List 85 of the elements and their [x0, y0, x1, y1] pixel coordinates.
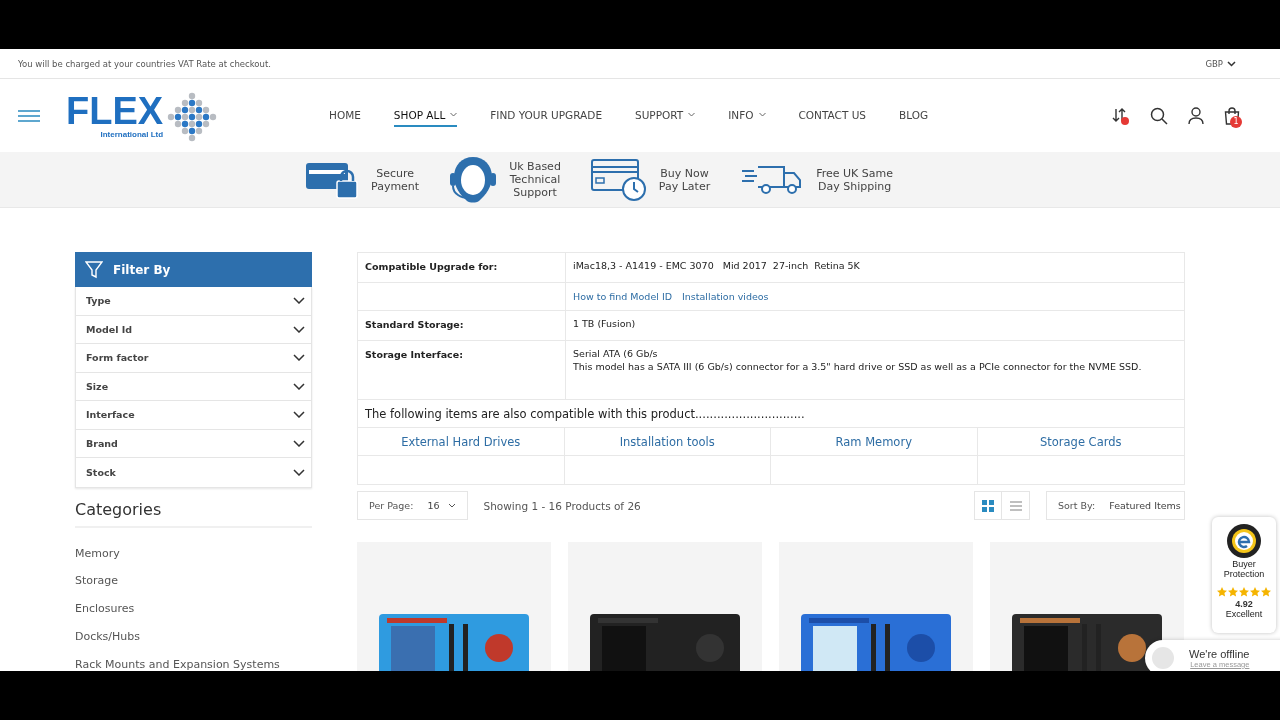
- cart-count-badge: 1: [1230, 115, 1242, 128]
- spec-label: Standard Storage:: [365, 319, 464, 330]
- benefit-text: Pay Later: [658, 179, 711, 193]
- spec-value: iMac18,3 - A1419 - EMC 3070 Mid 2017 27-inch Retina 5K: [573, 259, 861, 273]
- badge-title: Protection: [1223, 569, 1265, 579]
- category-link[interactable]: Storage: [75, 567, 312, 596]
- spec-label: Storage Interface:: [365, 349, 463, 360]
- filter-option[interactable]: Size: [76, 372, 311, 401]
- menu-icon[interactable]: [18, 109, 40, 122]
- category-link[interactable]: Memory: [75, 539, 312, 568]
- currency-selector[interactable]: GBP: [1205, 58, 1236, 69]
- chevron-icon: [293, 468, 305, 476]
- card-lock-icon: [305, 160, 359, 199]
- filter-option[interactable]: Brand: [76, 429, 311, 458]
- nav-link[interactable]: INFO: [728, 104, 766, 127]
- chat-avatar-icon: [1151, 646, 1175, 670]
- category-link[interactable]: Enclosures: [75, 595, 312, 623]
- category-link[interactable]: Installation tools: [564, 428, 771, 456]
- search-icon[interactable]: [1150, 106, 1168, 125]
- chevron-icon: [293, 297, 305, 305]
- card-clock-icon: [590, 157, 647, 202]
- help-link[interactable]: Installation videos: [682, 291, 769, 302]
- chevron-icon: [293, 325, 305, 333]
- caret-icon: [1227, 60, 1236, 67]
- filter-option[interactable]: Stock: [76, 458, 311, 487]
- benefit-text: Secure: [376, 166, 414, 180]
- chevron-icon: [293, 439, 305, 447]
- spec-value: This model has a SATA III (6 Gb/s) connector for a 3.5" hard drive or SSD as well as a PCIe connector for the NVME SSD.: [573, 360, 1143, 374]
- nav-link[interactable]: SUPPORT: [635, 104, 696, 127]
- chevron-icon: [293, 411, 305, 419]
- result-count: Showing 1 - 16 Products of 26: [483, 499, 641, 512]
- chevron-icon: [293, 382, 305, 390]
- category-link[interactable]: Docks/Hubs: [75, 622, 312, 651]
- chat-status: We're offline: [1189, 647, 1250, 660]
- category-link[interactable]: Rack Mounts and Expansion Systems: [75, 650, 312, 671]
- spec-label: Compatible Upgrade for:: [365, 261, 498, 272]
- nav-link[interactable]: CONTACT US: [798, 104, 866, 127]
- filter-option[interactable]: Form factor: [76, 344, 311, 373]
- filter-title: Filter By: [113, 262, 171, 277]
- seal-icon: [1226, 523, 1262, 559]
- trust-badge[interactable]: Buyer Protection 4.92 Excellent: [1212, 517, 1276, 633]
- account-icon[interactable]: [1188, 106, 1204, 125]
- grid-view-button[interactable]: [974, 491, 1002, 520]
- benefit-text: Day Shipping: [818, 179, 892, 193]
- list-icon: [1009, 500, 1022, 511]
- nav-link[interactable]: HOME: [329, 104, 361, 127]
- compatible-note: The following items are also compatible with this product..............................: [365, 406, 805, 421]
- chevron-icon: [293, 354, 305, 362]
- nav-link[interactable]: BLOG: [899, 104, 929, 127]
- filter-option[interactable]: Interface: [76, 401, 311, 430]
- help-link[interactable]: How to find Model ID: [573, 291, 673, 302]
- logo-wordmark: FLEX: [66, 93, 164, 128]
- benefit-text: Payment: [371, 179, 420, 193]
- badge-title: Buyer: [1232, 559, 1256, 569]
- caret-icon: [450, 112, 458, 117]
- caret-icon: [688, 112, 696, 117]
- filter-icon: [85, 260, 103, 279]
- per-page-select[interactable]: Per Page: 16: [357, 491, 468, 520]
- benefit-text: Support: [513, 186, 557, 199]
- filter-option[interactable]: Type: [76, 287, 311, 316]
- caret-icon: [758, 112, 766, 117]
- product-card[interactable]: [779, 542, 973, 671]
- benefit-text: Buy Now: [660, 166, 709, 180]
- product-card[interactable]: [568, 542, 762, 671]
- product-card[interactable]: [990, 542, 1184, 671]
- caret-icon: [447, 503, 456, 508]
- benefit-text: Technical: [509, 173, 561, 186]
- benefit-text: Uk Based: [509, 160, 561, 173]
- cart-bag-icon[interactable]: [1224, 106, 1240, 125]
- sort-select[interactable]: Sort By: Featured Items: [1046, 491, 1185, 520]
- vat-notice: You will be charged at your countries VAT Rate at checkout.: [18, 58, 271, 69]
- category-link[interactable]: External Hard Drives: [358, 428, 565, 456]
- spec-value: Serial ATA (6 Gb/s: [573, 347, 659, 361]
- grid-icon: [982, 499, 994, 512]
- category-link[interactable]: Storage Cards: [977, 428, 1184, 456]
- rating-score: 4.92: [1235, 599, 1253, 609]
- rating-verdict: Excellent: [1225, 609, 1263, 619]
- logo-tagline: International Ltd: [100, 129, 164, 140]
- spec-value: 1 TB (Fusion): [573, 317, 637, 331]
- nav-link[interactable]: FIND YOUR UPGRADE: [490, 104, 602, 127]
- nav-link[interactable]: SHOP ALL: [393, 104, 458, 127]
- filter-option[interactable]: Model Id: [76, 315, 311, 344]
- category-link[interactable]: Ram Memory: [771, 428, 978, 456]
- categories-heading: Categories: [75, 499, 312, 528]
- benefit-text: Free UK Same: [816, 166, 894, 180]
